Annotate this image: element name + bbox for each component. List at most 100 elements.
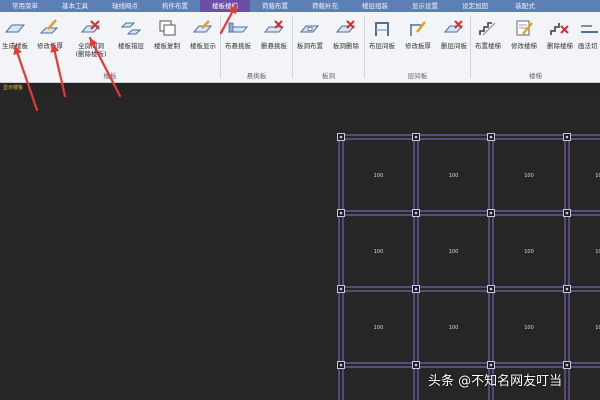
interlayer-place-button[interactable]: 布层间板 bbox=[365, 14, 399, 66]
menu-tab-display-settings[interactable]: 显示设置 bbox=[400, 0, 450, 12]
stair-delete-button[interactable]: 删除楼梯 bbox=[543, 14, 577, 66]
stair-place-icon bbox=[479, 22, 496, 36]
slab-thickness-label: 100 bbox=[595, 249, 600, 255]
grid-node-dot bbox=[489, 135, 493, 139]
menu-tab-axis-nodes[interactable]: 轴线网点 bbox=[100, 0, 150, 12]
interlayer-place-icon bbox=[375, 22, 389, 36]
grid-node-dot bbox=[339, 211, 343, 215]
grid-node-dot bbox=[565, 363, 569, 367]
stair-edit-icon bbox=[516, 20, 533, 36]
room-hole-icon bbox=[80, 20, 101, 33]
slab-thickness-label: 100 bbox=[595, 325, 600, 331]
slab-offset-button[interactable]: 楼板错层 bbox=[114, 14, 148, 66]
grid-node-dot bbox=[414, 363, 418, 367]
slab-offset-icon bbox=[120, 22, 142, 35]
slab-hole-place-label: 板洞布置 bbox=[297, 42, 323, 50]
slab-hole-delete-label: 板洞删除 bbox=[333, 42, 359, 50]
interlayer-delete-label: 删层间板 bbox=[441, 42, 467, 50]
cantilever-delete-label: 删悬挑板 bbox=[261, 42, 287, 50]
menu-tab-slab-stairs[interactable]: 楼板楼梯 bbox=[200, 0, 250, 12]
menu-tab-load-supplement[interactable]: 荷载补充 bbox=[300, 0, 350, 12]
stair-place-label: 布置楼梯 bbox=[475, 42, 501, 50]
interlayer-thickness-label: 修改板厚 bbox=[405, 42, 431, 50]
draw-method-label: 画法切 bbox=[578, 42, 598, 50]
grid-node-dot bbox=[489, 363, 493, 367]
watermark: 头条 @不知名网友叮当 bbox=[428, 374, 563, 389]
slab-hole-delete-icon bbox=[335, 20, 356, 33]
grid-node-dot bbox=[489, 211, 493, 215]
slab-offset-label: 楼板错层 bbox=[118, 42, 144, 50]
slab-thickness-label: 100 bbox=[595, 173, 600, 179]
stair-edit-label: 修改楼梯 bbox=[511, 42, 537, 50]
cantilever-place-label: 布悬挑板 bbox=[225, 42, 251, 50]
app-window: 常用菜单 基本工具 轴线网点 构件布置 楼板楼梯 荷载布置 荷载补充 楼层组装 … bbox=[0, 0, 600, 400]
menu-tab-floor-assembly[interactable]: 楼层组装 bbox=[350, 0, 400, 12]
slab-thickness-label: 100 bbox=[449, 325, 459, 331]
grid-node-dot bbox=[565, 135, 569, 139]
cantilever-place-icon bbox=[227, 22, 249, 33]
interlayer-thickness-button[interactable]: 修改板厚 bbox=[401, 14, 435, 66]
menu-tab-load-layout[interactable]: 荷载布置 bbox=[250, 0, 300, 12]
generate-slab-icon bbox=[4, 24, 26, 33]
slab-thickness-label: 100 bbox=[374, 249, 384, 255]
menu-tab-prefab[interactable]: 装配式 bbox=[500, 0, 550, 12]
slab-thickness-label: 100 bbox=[374, 325, 384, 331]
slab-thickness-label: 100 bbox=[374, 173, 384, 179]
grid-node-dot bbox=[339, 363, 343, 367]
stair-place-button[interactable]: 布置楼梯 bbox=[471, 14, 505, 66]
menu-tab-member-layout[interactable]: 构件布置 bbox=[150, 0, 200, 12]
generate-slab-button[interactable]: 生成楼板 bbox=[0, 14, 30, 66]
draw-method-icon bbox=[581, 25, 598, 33]
grid-node-dot bbox=[339, 135, 343, 139]
edit-thickness-label: 修改板厚 bbox=[37, 42, 63, 50]
slab-hole-place-button[interactable]: 板洞布置 bbox=[293, 14, 327, 66]
menu-tab-common[interactable]: 常用菜单 bbox=[0, 0, 50, 12]
stair-edit-button[interactable]: 修改楼梯 bbox=[507, 14, 541, 66]
slab-thickness-label: 100 bbox=[524, 249, 534, 255]
group-label-cantilever: 悬挑板 bbox=[246, 72, 267, 80]
cantilever-delete-icon bbox=[263, 20, 285, 33]
group-label-slab-hole: 板洞 bbox=[322, 72, 335, 80]
slab-copy-icon bbox=[159, 20, 176, 36]
cantilever-delete-button[interactable]: 删悬挑板 bbox=[257, 14, 291, 66]
grid-node-dot bbox=[414, 287, 418, 291]
slab-copy-label: 楼板复制 bbox=[154, 42, 180, 50]
drawing-canvas[interactable]: 100 100 100 100 100 100 100 100 100 100 100 100 bbox=[0, 90, 600, 400]
room-hole-label: 全房间洞 (删除楼板) bbox=[75, 42, 107, 58]
room-hole-button[interactable]: 全房间洞 (删除楼板) bbox=[70, 14, 112, 66]
edit-thickness-button[interactable]: 修改板厚 bbox=[32, 14, 68, 66]
group-label-slab: 楼板 bbox=[103, 72, 117, 80]
slab-hole-place-icon bbox=[299, 25, 320, 33]
grid-node-dot bbox=[414, 135, 418, 139]
grid-node-dot bbox=[565, 211, 569, 215]
menu-tab-bar: 常用菜单 基本工具 轴线网点 构件布置 楼板楼梯 荷载布置 荷载补充 楼层组装 … bbox=[0, 0, 600, 12]
menu-tab-reinforcement[interactable]: 设定加固 bbox=[450, 0, 500, 12]
stair-delete-label: 删除楼梯 bbox=[547, 42, 573, 50]
floor-grid-drawing: 100 100 100 100 100 100 100 100 100 100 100 100 bbox=[337, 133, 600, 400]
draw-method-button[interactable]: 画法切 bbox=[578, 14, 600, 66]
grid-node-dot bbox=[339, 287, 343, 291]
edit-thickness-icon bbox=[39, 19, 59, 34]
interlayer-thickness-icon bbox=[410, 21, 426, 36]
slab-display-button[interactable]: 楼板显示 bbox=[186, 14, 220, 66]
grid-node-dot bbox=[489, 287, 493, 291]
slab-copy-button[interactable]: 楼板复制 bbox=[150, 14, 184, 66]
menu-tab-basic-tools[interactable]: 基本工具 bbox=[50, 0, 100, 12]
slab-thickness-label: 100 bbox=[449, 249, 459, 255]
slab-thickness-label: 100 bbox=[449, 173, 459, 179]
group-label-interlayer: 层间板 bbox=[407, 72, 428, 80]
interlayer-delete-icon bbox=[443, 20, 464, 33]
group-label-stairs: 楼梯 bbox=[529, 72, 542, 80]
cantilever-place-button[interactable]: 布悬挑板 bbox=[221, 14, 255, 66]
grid-node-dot bbox=[565, 287, 569, 291]
slab-display-label: 楼板显示 bbox=[190, 42, 216, 50]
slab-hole-delete-button[interactable]: 板洞删除 bbox=[329, 14, 363, 66]
grid-node-dot bbox=[414, 211, 418, 215]
ribbon-toolbar: 生成楼板 修改板厚 全房间洞 (删除楼板) 楼板错层 楼板复制 楼板显示 布悬挑板 bbox=[0, 12, 600, 83]
interlayer-delete-button[interactable]: 删层间板 bbox=[437, 14, 471, 66]
slab-display-icon bbox=[192, 20, 213, 33]
generate-slab-label: 生成楼板 bbox=[2, 42, 28, 50]
stair-delete-icon bbox=[550, 23, 569, 35]
interlayer-place-label: 布层间板 bbox=[369, 42, 395, 50]
slab-thickness-label: 100 bbox=[524, 325, 534, 331]
